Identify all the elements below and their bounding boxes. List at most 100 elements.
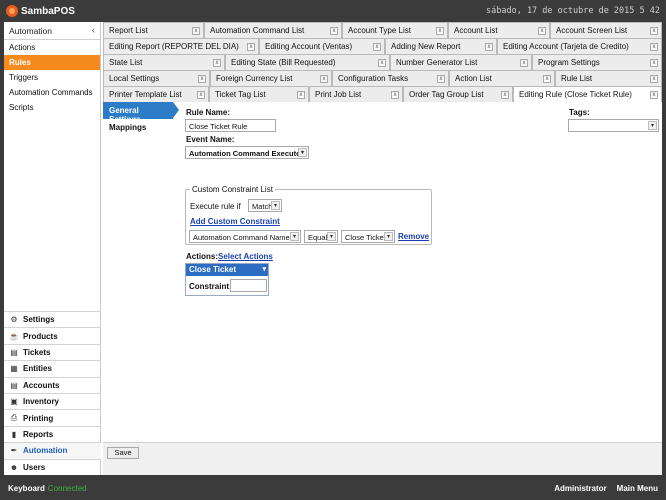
close-icon[interactable]: x — [650, 91, 658, 99]
module-automation[interactable]: ✒ Automation — [4, 442, 101, 459]
tags-select[interactable]: ▾ — [568, 119, 659, 132]
close-icon[interactable]: x — [437, 75, 445, 83]
action-constraint-input[interactable] — [230, 279, 267, 292]
actions-label: Actions: — [186, 252, 218, 261]
sidebar-item-triggers[interactable]: Triggers — [4, 70, 100, 85]
connection-status: Connected — [47, 484, 87, 493]
close-icon[interactable]: x — [543, 75, 551, 83]
close-icon[interactable]: x — [650, 59, 658, 67]
tab-ticket-tag-list[interactable]: Ticket Tag List x — [209, 86, 309, 102]
constraint-field-select[interactable]: Automation Command Name ▾ — [189, 230, 301, 243]
module-products[interactable]: ☕ Products — [4, 327, 101, 343]
module-entities[interactable]: ▦ Entities — [4, 360, 101, 376]
module-accounts[interactable]: ▤ Accounts — [4, 376, 101, 393]
close-icon[interactable]: x — [320, 75, 328, 83]
execute-rule-if-select[interactable]: Matches ▾ — [248, 199, 282, 212]
title-bar: SambaPOS sábado, 17 de octubre de 2015 5… — [0, 0, 666, 22]
close-icon[interactable]: x — [391, 91, 399, 99]
subnav-general-settings[interactable]: General Settings — [103, 102, 179, 124]
module-printing[interactable]: ⎙ Printing — [4, 409, 101, 425]
tab-editing-report[interactable]: Editing Report (REPORTE DEL DIA) x — [103, 38, 259, 54]
keyboard-status[interactable]: Keyboard Connected — [8, 484, 87, 493]
close-icon[interactable]: x — [330, 27, 338, 35]
keyboard-button[interactable]: Keyboard — [8, 484, 45, 493]
tab-editing-state[interactable]: Editing State (Bill Requested) x — [225, 54, 390, 70]
close-icon[interactable]: x — [650, 43, 658, 51]
custom-constraint-group: Custom Constraint List Execute rule if M… — [185, 185, 432, 245]
save-button[interactable]: Save — [107, 447, 139, 459]
close-icon[interactable]: x — [520, 59, 528, 67]
status-bar: Keyboard Connected Administrator Main Menu — [0, 478, 666, 500]
tab-row: Printer Template List x Ticket Tag List x … — [103, 86, 662, 102]
action-header[interactable]: Close Ticket ▾ — [186, 264, 268, 276]
tab-foreign-currency-list[interactable]: Foreign Currency List x — [210, 70, 332, 86]
event-name-select[interactable]: Automation Command Executed ▾ — [185, 146, 309, 159]
sidebar-item-scripts[interactable]: Scripts — [4, 100, 100, 115]
rule-name-input[interactable]: Close Ticket Rule — [185, 119, 276, 132]
main-menu-button[interactable]: Main Menu — [617, 484, 658, 493]
tab-rule-list[interactable]: Rule List x — [555, 70, 662, 86]
close-icon[interactable]: x — [485, 43, 493, 51]
close-icon[interactable]: x — [650, 75, 658, 83]
editor-subnav: General Settings Mappings — [103, 102, 179, 136]
tab-editing-account-ventas[interactable]: Editing Account (Ventas) x — [259, 38, 385, 54]
tab-automation-command-list[interactable]: Automation Command List x — [204, 22, 342, 38]
select-actions-link[interactable]: Select Actions — [218, 252, 273, 261]
close-icon[interactable]: x — [378, 59, 386, 67]
tab-account-list[interactable]: Account List x — [448, 22, 550, 38]
chevron-down-icon[interactable]: ▾ — [384, 232, 393, 241]
tab-editing-rule[interactable]: Editing Rule (Close Ticket Rule) x — [513, 86, 662, 102]
tab-print-job-list[interactable]: Print Job List x — [309, 86, 403, 102]
chevron-down-icon[interactable]: ▾ — [298, 148, 307, 157]
close-icon[interactable]: x — [213, 59, 221, 67]
close-icon[interactable]: x — [501, 91, 509, 99]
tab-order-tag-group-list[interactable]: Order Tag Group List x — [403, 86, 513, 102]
module-users[interactable]: ☻ Users — [4, 458, 101, 475]
close-icon[interactable]: x — [436, 27, 444, 35]
chevron-left-icon[interactable]: ‹ — [92, 25, 95, 36]
module-settings[interactable]: ⚙ Settings — [4, 311, 101, 327]
chevron-down-icon[interactable]: ▾ — [648, 121, 657, 130]
close-icon[interactable]: x — [538, 27, 546, 35]
tab-program-settings[interactable]: Program Settings x — [532, 54, 662, 70]
constraint-value-select[interactable]: Close Ticket ▾ — [341, 230, 395, 243]
tab-number-generator-list[interactable]: Number Generator List x — [390, 54, 532, 70]
chevron-down-icon[interactable]: ▾ — [327, 232, 336, 241]
module-reports[interactable]: ▮ Reports — [4, 425, 101, 442]
tab-editing-account-tarjeta[interactable]: Editing Account (Tarjeta de Credito) x — [497, 38, 662, 54]
rule-name-label: Rule Name: — [186, 108, 231, 117]
tab-action-list[interactable]: Action List x — [449, 70, 555, 86]
sidebar-item-actions[interactable]: Actions — [4, 40, 100, 55]
products-icon: ☕ — [9, 331, 19, 341]
tab-local-settings[interactable]: Local Settings x — [103, 70, 210, 86]
tab-adding-new-report[interactable]: Adding New Report x — [385, 38, 497, 54]
close-icon[interactable]: x — [297, 91, 305, 99]
add-custom-constraint-link[interactable]: Add Custom Constraint — [190, 217, 280, 226]
close-icon[interactable]: x — [247, 43, 255, 51]
sidebar-header[interactable]: Automation ‹ — [4, 22, 100, 40]
chevron-down-icon[interactable]: ▾ — [290, 232, 299, 241]
module-tickets[interactable]: ▤ Tickets — [4, 343, 101, 360]
app-logo: SambaPOS — [6, 5, 75, 17]
tab-state-list[interactable]: State List x — [103, 54, 225, 70]
sambapos-logo-icon — [6, 5, 18, 17]
remove-constraint-link[interactable]: Remove — [398, 232, 429, 241]
tab-configuration-tasks[interactable]: Configuration Tasks x — [332, 70, 449, 86]
tab-account-type-list[interactable]: Account Type List x — [342, 22, 448, 38]
close-icon[interactable]: x — [650, 27, 658, 35]
chevron-down-icon[interactable]: ▾ — [262, 265, 266, 273]
tab-account-screen-list[interactable]: Account Screen List x — [550, 22, 662, 38]
sidebar-item-automation-commands[interactable]: Automation Commands — [4, 85, 100, 100]
constraint-operator-select[interactable]: Equals ▾ — [304, 230, 338, 243]
entities-icon: ▦ — [10, 364, 18, 374]
tab-printer-template-list[interactable]: Printer Template List x — [103, 86, 209, 102]
sidebar-item-rules[interactable]: Rules — [4, 55, 100, 70]
chevron-down-icon[interactable]: ▾ — [271, 201, 280, 210]
date-time: sábado, 17 de octubre de 2015 5 42 — [486, 6, 660, 16]
close-icon[interactable]: x — [198, 75, 206, 83]
close-icon[interactable]: x — [373, 43, 381, 51]
close-icon[interactable]: x — [197, 91, 205, 99]
close-icon[interactable]: x — [192, 27, 200, 35]
module-inventory[interactable]: ▣ Inventory — [4, 392, 101, 409]
tab-report-list[interactable]: Report List x — [103, 22, 204, 38]
